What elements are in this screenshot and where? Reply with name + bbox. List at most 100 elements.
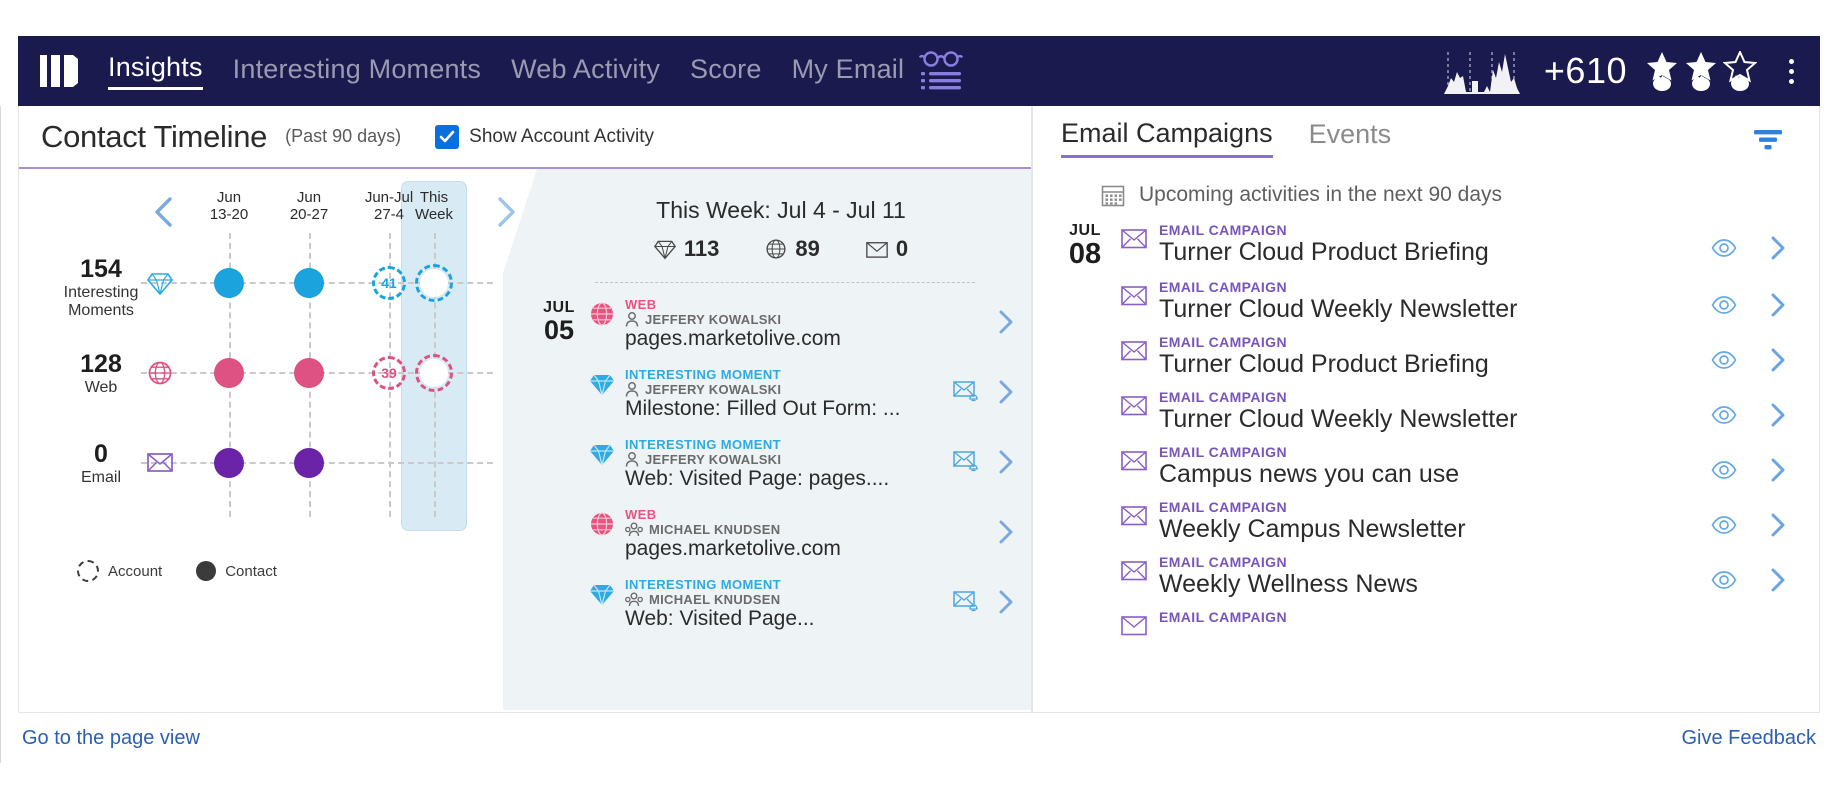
datapoint-web-week0[interactable] bbox=[214, 358, 244, 388]
datapoint-web-week1[interactable] bbox=[294, 358, 324, 388]
feed-item-who-name: JEFFERY KOWALSKI bbox=[645, 452, 782, 467]
week-label-1[interactable]: Jun 20-27 bbox=[271, 189, 347, 224]
chevron-right-icon[interactable] bbox=[1767, 566, 1789, 594]
campaign-kind: EMAIL CAMPAIGN bbox=[1159, 334, 1287, 350]
nav-item-insights[interactable]: Insights bbox=[108, 52, 203, 90]
campaign-actions bbox=[1711, 511, 1789, 539]
campaign-name: Turner Cloud Product Briefing bbox=[1159, 350, 1489, 378]
list-item[interactable]: JUL 05 WEB JEFFERY KOWALSKI pages.market… bbox=[531, 289, 1031, 359]
campaign-name: Weekly Wellness News bbox=[1159, 570, 1418, 598]
nav-item-label: Interesting Moments bbox=[232, 53, 482, 84]
row-caption: Interesting Moments bbox=[63, 284, 139, 320]
nav-item-my-email[interactable]: My Email bbox=[792, 54, 905, 89]
datapoint-email-week0[interactable] bbox=[214, 448, 244, 478]
envelope-icon bbox=[1121, 506, 1147, 526]
feed-item-kind: INTERESTING MOMENT bbox=[625, 577, 781, 592]
eye-icon[interactable] bbox=[1711, 239, 1737, 257]
campaign-list: JUL 08 EMAIL CAMPAIGN Turner Cloud Produ… bbox=[1033, 217, 1819, 658]
eye-icon[interactable] bbox=[1711, 516, 1737, 534]
tab-email-campaigns[interactable]: Email Campaigns bbox=[1061, 118, 1273, 158]
star-rating[interactable] bbox=[1645, 51, 1757, 91]
feed-item-date: JUL 05 bbox=[531, 299, 587, 344]
filter-button[interactable] bbox=[1751, 126, 1785, 157]
next-weeks-button[interactable] bbox=[491, 195, 521, 229]
week-label-3[interactable]: This Week bbox=[396, 189, 472, 224]
chevron-right-icon[interactable] bbox=[995, 517, 1017, 547]
list-item[interactable]: EMAIL CAMPAIGN bbox=[1033, 604, 1819, 658]
nav-item-label: Score bbox=[690, 53, 762, 84]
chevron-right-icon[interactable] bbox=[1767, 456, 1789, 484]
datapoint-value: 39 bbox=[381, 365, 397, 381]
datapoint-moments-week0[interactable] bbox=[214, 268, 244, 298]
chevron-right-icon[interactable] bbox=[1767, 291, 1789, 319]
campaign-date: JUL 08 bbox=[1063, 222, 1107, 269]
eye-icon[interactable] bbox=[1711, 351, 1737, 369]
list-item[interactable]: INTERESTING MOMENT JEFFERY KOWALSKI Web:… bbox=[531, 429, 1031, 499]
chevron-right-icon[interactable] bbox=[1767, 401, 1789, 429]
email-alert-icon[interactable] bbox=[953, 591, 979, 613]
list-item[interactable]: INTERESTING MOMENT JEFFERY KOWALSKI Mile… bbox=[531, 359, 1031, 429]
top-navigation-bar: Insights Interesting Moments Web Activit… bbox=[18, 36, 1820, 106]
show-account-activity-checkbox[interactable]: Show Account Activity bbox=[435, 124, 654, 149]
star-filled-icon bbox=[1647, 52, 1677, 91]
feed-item-kind: INTERESTING MOMENT bbox=[625, 367, 781, 382]
go-to-page-view-link[interactable]: Go to the page view bbox=[22, 727, 200, 750]
contact-marker-icon bbox=[196, 561, 217, 581]
nav-item-web-activity[interactable]: Web Activity bbox=[511, 54, 660, 89]
week-label-line2: 20-27 bbox=[289, 206, 329, 224]
email-alert-icon[interactable] bbox=[953, 451, 979, 473]
email-alert-icon[interactable] bbox=[953, 381, 979, 403]
kebab-menu-icon[interactable] bbox=[1785, 55, 1798, 88]
datapoint-email-week1[interactable] bbox=[294, 448, 324, 478]
chevron-right-icon[interactable] bbox=[995, 307, 1017, 337]
list-item[interactable]: JUL 08 EMAIL CAMPAIGN Turner Cloud Produ… bbox=[1033, 217, 1819, 274]
eye-icon[interactable] bbox=[1711, 406, 1737, 424]
list-item[interactable]: EMAIL CAMPAIGN Turner Cloud Weekly Newsl… bbox=[1033, 384, 1819, 439]
bars-logo-icon[interactable] bbox=[40, 53, 84, 89]
eye-icon[interactable] bbox=[1711, 296, 1737, 314]
diamond-icon bbox=[590, 584, 614, 606]
nav-item-score[interactable]: Score bbox=[690, 54, 762, 89]
list-item[interactable]: WEB MICHAEL KNUDSEN pages.marketolive.co… bbox=[531, 499, 1031, 569]
chart-legend: Account Contact bbox=[77, 560, 277, 582]
week-label-line1: Jun bbox=[296, 189, 322, 206]
datapoint-moments-week2[interactable]: 41 bbox=[372, 266, 406, 300]
datapoint-web-week2[interactable]: 39 bbox=[372, 356, 406, 390]
feed-list: JUL 05 WEB JEFFERY KOWALSKI pages.market… bbox=[531, 289, 1031, 639]
contact-timeline-card: Contact Timeline (Past 90 days) Show Acc… bbox=[18, 106, 1032, 713]
row-caption: Web bbox=[84, 379, 118, 396]
list-item[interactable]: EMAIL CAMPAIGN Weekly Campus Newsletter bbox=[1033, 494, 1819, 549]
glasses-list-icon[interactable] bbox=[918, 50, 964, 92]
nav-item-label: My Email bbox=[791, 53, 905, 84]
list-item[interactable]: EMAIL CAMPAIGN Campus news you can use bbox=[1033, 439, 1819, 494]
eye-icon[interactable] bbox=[1711, 461, 1737, 479]
chevron-right-icon[interactable] bbox=[995, 587, 1017, 617]
chevron-right-icon[interactable] bbox=[1767, 511, 1789, 539]
chevron-right-icon[interactable] bbox=[995, 377, 1017, 407]
give-feedback-link[interactable]: Give Feedback bbox=[1681, 727, 1816, 750]
chevron-right-icon[interactable] bbox=[1767, 234, 1789, 262]
week-label-0[interactable]: Jun 13-20 bbox=[191, 189, 267, 224]
datapoint-web-week3[interactable]: 89 bbox=[415, 354, 453, 392]
campaign-body: EMAIL CAMPAIGN Campus news you can use bbox=[1159, 444, 1711, 489]
chevron-right-icon[interactable] bbox=[995, 447, 1017, 477]
sparkline-chart-icon[interactable] bbox=[1442, 48, 1526, 94]
prev-weeks-button[interactable] bbox=[149, 195, 179, 229]
feed-item-kind: INTERESTING MOMENT bbox=[625, 437, 781, 452]
list-item[interactable]: EMAIL CAMPAIGN Turner Cloud Weekly Newsl… bbox=[1033, 274, 1819, 329]
envelope-icon bbox=[866, 241, 888, 258]
chevron-right-icon[interactable] bbox=[1767, 346, 1789, 374]
feed-item-who: JEFFERY KOWALSKI bbox=[625, 312, 985, 327]
tab-events[interactable]: Events bbox=[1309, 119, 1392, 156]
datapoint-moments-week3[interactable]: 113 bbox=[415, 264, 453, 302]
campaign-actions bbox=[1711, 566, 1789, 594]
list-item[interactable]: INTERESTING MOMENT MICHAEL KNUDSEN Web: … bbox=[531, 569, 1031, 639]
account-marker-icon bbox=[77, 560, 99, 582]
list-item[interactable]: EMAIL CAMPAIGN Turner Cloud Product Brie… bbox=[1033, 329, 1819, 384]
list-item[interactable]: EMAIL CAMPAIGN Weekly Wellness News bbox=[1033, 549, 1819, 604]
eye-icon[interactable] bbox=[1711, 571, 1737, 589]
datapoint-moments-week1[interactable] bbox=[294, 268, 324, 298]
feed-item-actions bbox=[995, 517, 1017, 547]
nav-item-interesting-moments[interactable]: Interesting Moments bbox=[233, 54, 481, 89]
feed-item-body: INTERESTING MOMENT MICHAEL KNUDSEN Web: … bbox=[625, 577, 943, 631]
